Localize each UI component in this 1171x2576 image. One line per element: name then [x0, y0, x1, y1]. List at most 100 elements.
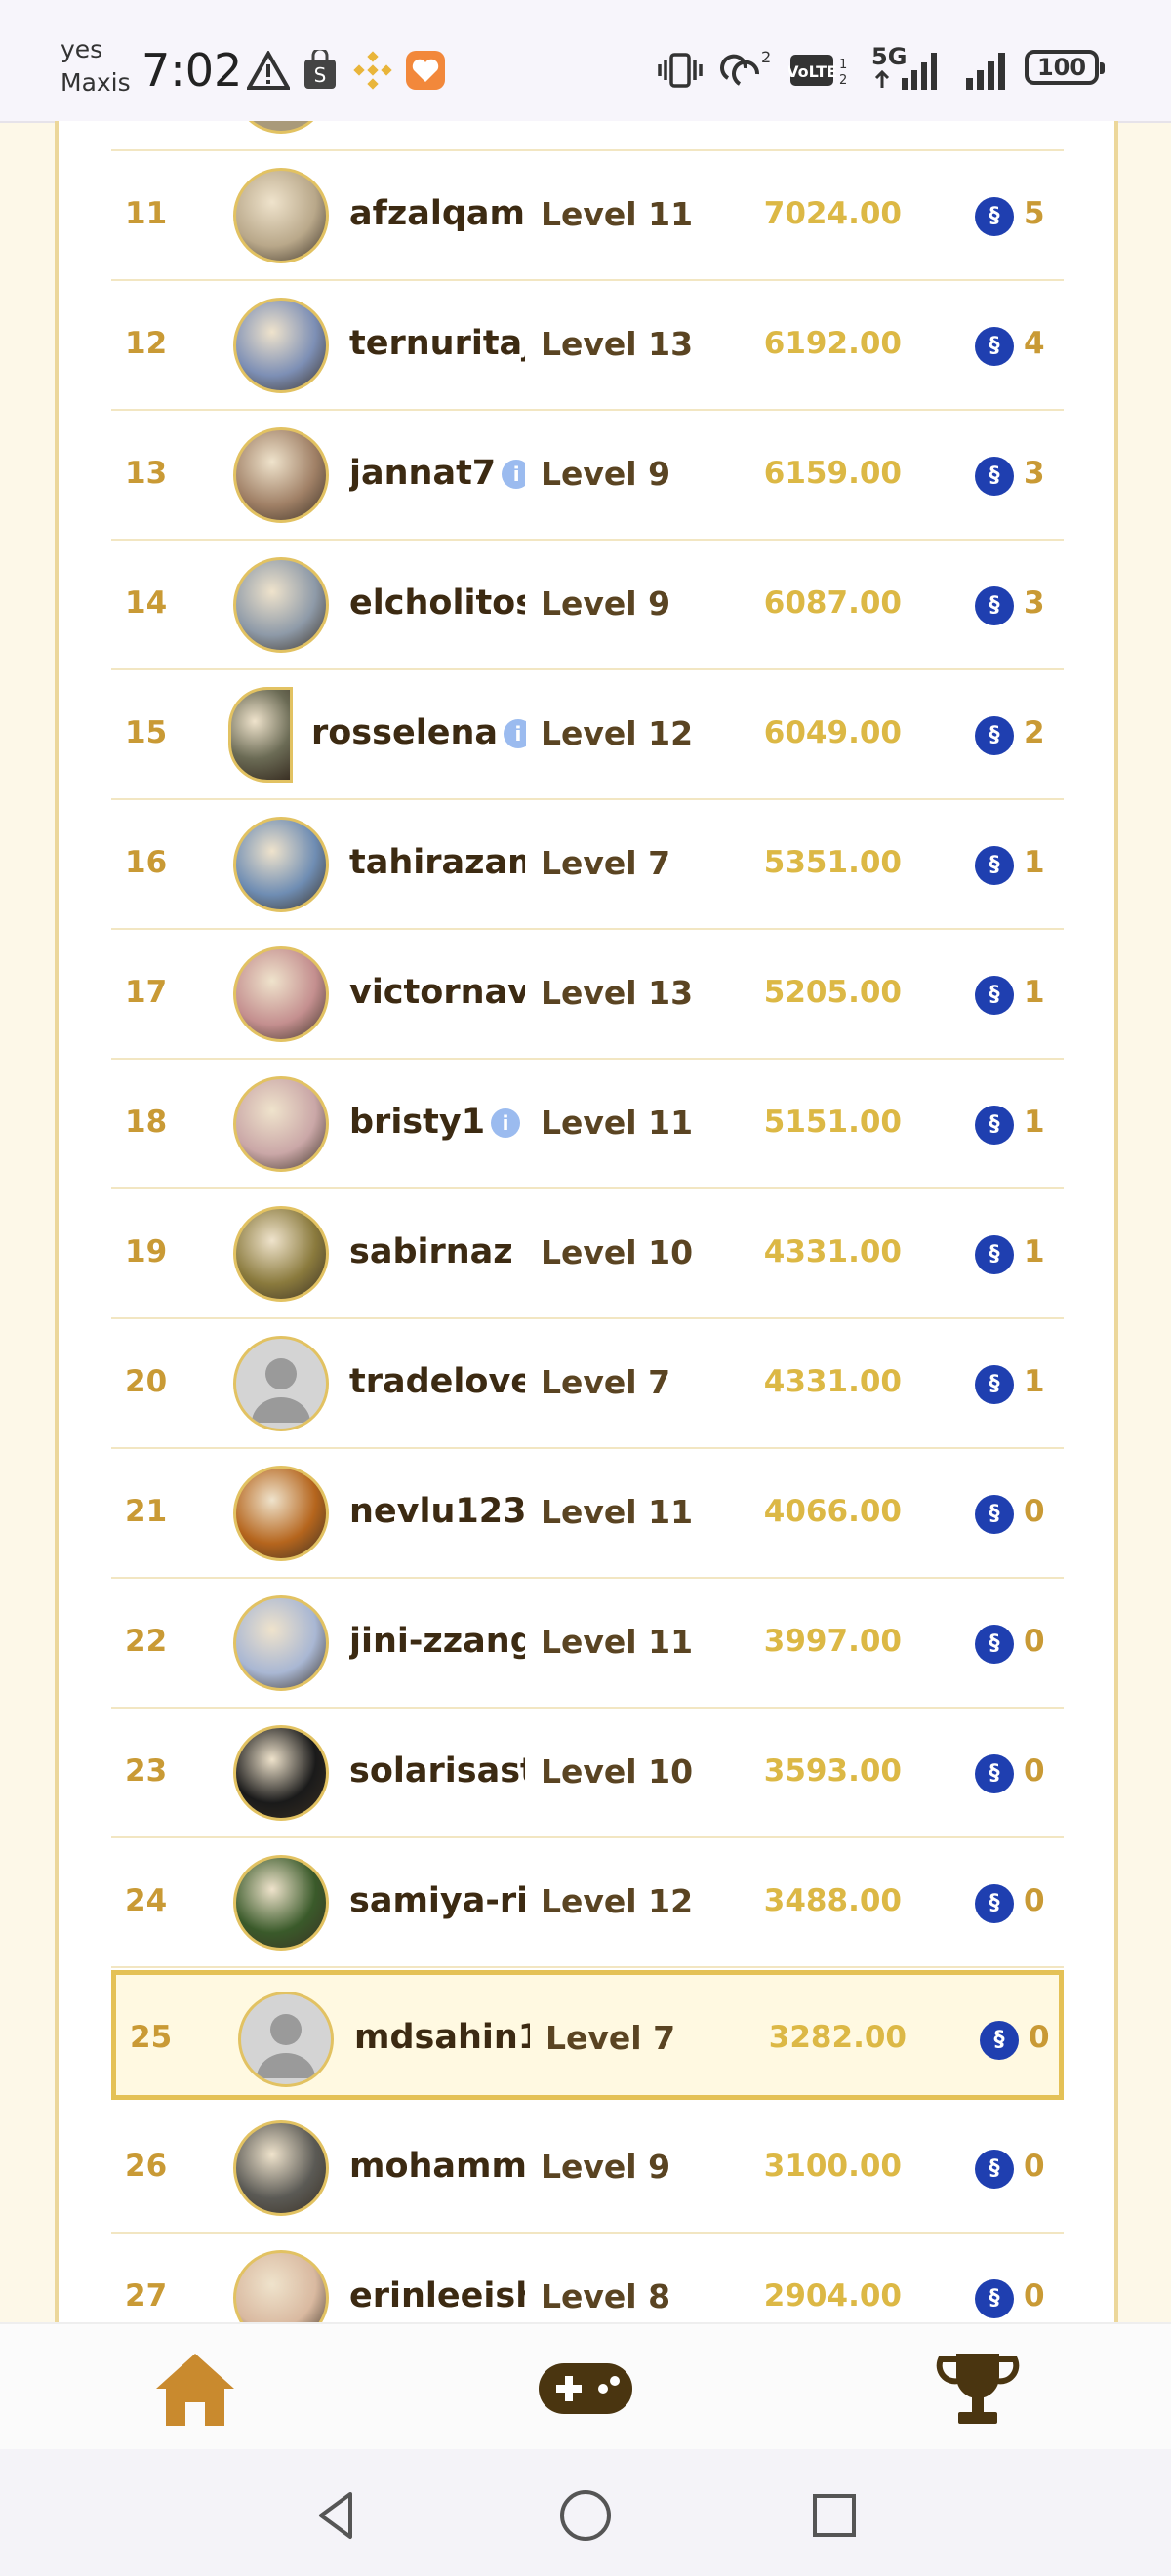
avatar[interactable] — [233, 1076, 329, 1172]
avatar[interactable] — [238, 1992, 334, 2087]
nav-leaderboard-button[interactable] — [919, 2346, 1036, 2432]
username[interactable]: elcholitos — [349, 541, 525, 666]
table-row[interactable]: 23 solarisast Level 10 3593.00 § 0 — [111, 1709, 1064, 1838]
trophy-icon — [936, 2354, 1020, 2424]
coin-count: 0 — [1024, 1624, 1045, 1659]
username-text: bristy1 — [349, 1103, 486, 1142]
username-text: elcholitos — [349, 584, 525, 623]
back-icon — [319, 2492, 352, 2539]
username[interactable]: samiya-ril — [349, 1838, 525, 1964]
recents-button[interactable] — [795, 2476, 873, 2555]
nav-games-button[interactable] — [527, 2346, 644, 2432]
username[interactable]: bristy1 i — [349, 1060, 525, 1186]
coin-count: 2 — [1024, 715, 1045, 750]
table-row[interactable]: 20 tradelove Level 7 4331.00 § 1 — [111, 1319, 1064, 1449]
score-value: 3100.00 — [763, 2149, 902, 2184]
rank-number: 19 — [125, 1234, 168, 1269]
score-value: 5205.00 — [763, 975, 902, 1010]
avatar[interactable] — [233, 2120, 329, 2216]
warning-icon — [244, 49, 293, 92]
table-row[interactable]: 16 tahirazam Level 7 5351.00 § 1 — [111, 800, 1064, 930]
username[interactable]: mdsahin11 — [354, 1975, 530, 2101]
username[interactable]: nevlu123 — [349, 1449, 525, 1575]
back-button[interactable] — [298, 2476, 376, 2555]
rank-number: 22 — [125, 1624, 168, 1659]
rank-number: 26 — [125, 2149, 168, 2184]
table-row[interactable]: 21 nevlu123 Level 11 4066.00 § 0 — [111, 1449, 1064, 1579]
rank-number: 27 — [125, 2278, 168, 2314]
username[interactable]: victornav — [349, 930, 525, 1056]
coin-count: 0 — [1024, 1494, 1045, 1529]
steem-coin-icon: § — [975, 1884, 1014, 1923]
battery-indicator: 100 — [1025, 50, 1105, 85]
username[interactable]: jannat7 i — [349, 411, 525, 537]
score-value: 6192.00 — [763, 326, 902, 361]
avatar[interactable] — [233, 1336, 329, 1431]
avatar[interactable] — [228, 687, 293, 783]
svg-text:1: 1 — [839, 58, 847, 72]
score-value: 6087.00 — [763, 585, 902, 621]
svg-text:2: 2 — [761, 49, 771, 66]
shopping-bag-icon: S — [299, 49, 342, 92]
level-label: Level 7 — [541, 844, 671, 882]
nav-home-button[interactable] — [137, 2346, 254, 2432]
table-row[interactable]: 15 rosselena i Level 12 6049.00 § 2 — [111, 670, 1064, 800]
table-row[interactable]: 26 mohammc Level 9 3100.00 § 0 — [111, 2104, 1064, 2234]
avatar[interactable] — [233, 1725, 329, 1821]
score-value: 6049.00 — [763, 715, 902, 750]
username-text: sabirnaz — [349, 1232, 513, 1271]
table-row[interactable]: 13 jannat7 i Level 9 6159.00 § 3 — [111, 411, 1064, 541]
table-row[interactable]: 11 afzalqam Level 11 7024.00 § 5 — [111, 151, 1064, 281]
table-row[interactable]: 14 elcholitos Level 9 6087.00 § 3 — [111, 541, 1064, 670]
username-text: mdsahin11 — [354, 2018, 530, 2057]
table-row-current-user[interactable]: 25 mdsahin11 Level 7 3282.00 § 0 — [111, 1970, 1064, 2100]
username[interactable]: ternuritaj — [349, 281, 525, 407]
table-row[interactable]: 27 erinleeish Level 8 2904.00 § 0 — [111, 2234, 1064, 2322]
avatar[interactable] — [233, 557, 329, 653]
steem-coin-icon: § — [975, 716, 1014, 755]
steem-coin-icon: § — [975, 1365, 1014, 1404]
info-icon[interactable]: i — [503, 719, 526, 748]
info-icon[interactable]: i — [491, 1108, 521, 1138]
avatar[interactable] — [233, 1466, 329, 1561]
username-text: afzalqam — [349, 194, 525, 233]
username[interactable]: rosselena i — [311, 670, 526, 796]
username[interactable]: erinleeish — [349, 2234, 525, 2322]
steem-coin-icon: § — [975, 1106, 1014, 1145]
table-row[interactable]: 19 sabirnaz Level 10 4331.00 § 1 — [111, 1189, 1064, 1319]
avatar[interactable] — [233, 817, 329, 912]
avatar[interactable] — [233, 2250, 329, 2322]
steem-coin-icon: § — [975, 327, 1014, 366]
info-icon[interactable]: i — [502, 460, 525, 489]
avatar[interactable] — [233, 427, 329, 523]
avatar[interactable] — [233, 1206, 329, 1302]
table-row[interactable]: 22 jini-zzang Level 11 3997.00 § 0 — [111, 1579, 1064, 1709]
leaderboard-panel[interactable]: 11 afzalqam Level 11 7024.00 § 5 12 ternuritaj L… — [55, 121, 1118, 2322]
username[interactable]: afzalqam — [349, 151, 525, 277]
avatar[interactable] — [233, 1595, 329, 1691]
rank-number: 16 — [125, 845, 168, 880]
steem-coin-icon: § — [975, 586, 1014, 625]
table-row[interactable]: 17 victornav Level 13 5205.00 § 1 — [111, 930, 1064, 1060]
hotspot-icon: 2 — [717, 49, 776, 92]
avatar[interactable] — [233, 1855, 329, 1951]
steem-coin-icon: § — [980, 2021, 1019, 2060]
score-value: 7024.00 — [763, 196, 902, 231]
rank-number: 13 — [125, 456, 168, 491]
username[interactable]: mohammc — [349, 2104, 525, 2230]
username[interactable]: tahirazam — [349, 800, 525, 926]
username[interactable]: solarisast — [349, 1709, 525, 1834]
avatar[interactable] — [233, 298, 329, 393]
table-row[interactable]: 12 ternuritaj Level 13 6192.00 § 4 — [111, 281, 1064, 411]
table-row[interactable]: 18 bristy1 i Level 11 5151.00 § 1 — [111, 1060, 1064, 1189]
steem-coin-icon: § — [975, 846, 1014, 885]
table-row[interactable]: 24 samiya-ril Level 12 3488.00 § 0 — [111, 1838, 1064, 1968]
avatar[interactable] — [233, 946, 329, 1042]
username[interactable]: jini-zzang — [349, 1579, 525, 1705]
username[interactable]: sabirnaz — [349, 1189, 525, 1315]
username[interactable]: tradelove — [349, 1319, 525, 1445]
avatar[interactable] — [233, 168, 329, 263]
rank-number: 15 — [125, 715, 168, 750]
home-system-button[interactable] — [546, 2476, 625, 2555]
rank-number: 11 — [125, 196, 168, 231]
